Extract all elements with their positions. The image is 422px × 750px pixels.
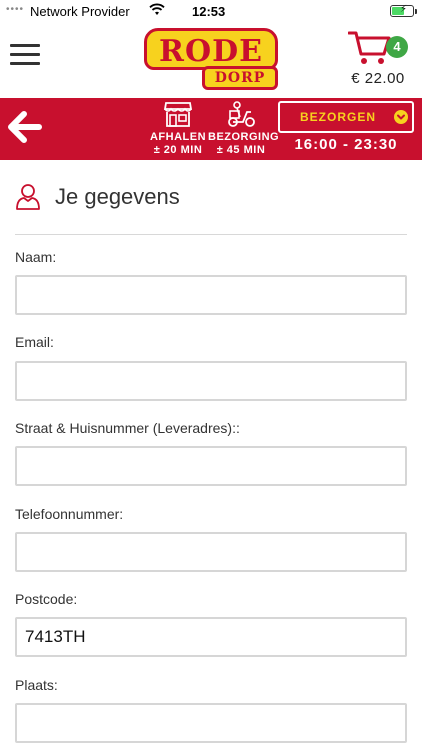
- name-label: Naam:: [15, 249, 57, 265]
- page-title: Je gegevens: [55, 184, 180, 209]
- pickup-time: ± 20 MIN: [153, 144, 203, 156]
- clock: 12:53: [192, 4, 226, 19]
- logo-bottom-panel: DORP: [202, 66, 278, 90]
- name-field[interactable]: [15, 275, 407, 315]
- address-field[interactable]: [15, 446, 407, 486]
- pickup-label: AFHALEN: [149, 131, 207, 143]
- user-icon: [16, 184, 40, 210]
- opening-hours: 16:00 - 23:30: [294, 136, 398, 153]
- phone-label: Telefoonnummer:: [15, 506, 124, 522]
- delivery-time: ± 45 MIN: [216, 144, 266, 156]
- logo-top-panel: RODE: [144, 28, 278, 70]
- carrier-name: Network Provider: [30, 4, 130, 19]
- postcode-label: Postcode:: [15, 591, 78, 607]
- battery-icon: ⚡: [390, 4, 417, 17]
- chevron-down-icon: [394, 110, 408, 124]
- hamburger-icon[interactable]: [10, 42, 40, 68]
- order-mode-selected: BEZORGEN: [299, 110, 376, 124]
- section-header: Je gegevens: [15, 183, 407, 213]
- signal-icon: ••••: [6, 4, 25, 15]
- order-mode-bar: AFHALEN ± 20 MIN BEZORGING ± 45 MIN BEZO…: [0, 98, 422, 160]
- city-field[interactable]: [15, 703, 407, 743]
- wifi-icon: [149, 3, 165, 15]
- city-label: Plaats:: [15, 677, 58, 693]
- delivery-option[interactable]: BEZORGING ± 45 MIN: [208, 100, 280, 158]
- cart-button[interactable]: 4 € 22.00: [342, 30, 414, 90]
- logo-bottom-text: DORP: [214, 70, 266, 86]
- email-label: Email:: [15, 334, 54, 350]
- app-header: RODE DORP 4 € 22.00: [0, 24, 422, 98]
- scooter-icon: [228, 101, 255, 127]
- address-label: Straat & Huisnummer (Leveradres)::: [15, 420, 240, 436]
- delivery-label: BEZORGING: [208, 131, 280, 143]
- cart-count-badge: 4: [386, 36, 408, 58]
- cart-total: € 22.00: [351, 70, 405, 87]
- pickup-option[interactable]: AFHALEN ± 20 MIN: [145, 100, 211, 158]
- email-field[interactable]: [15, 361, 407, 401]
- postcode-field[interactable]: [15, 617, 407, 657]
- phone-field[interactable]: [15, 532, 407, 572]
- rode-dorp-logo[interactable]: RODE DORP: [144, 28, 278, 94]
- arrow-left-icon[interactable]: [8, 111, 42, 143]
- logo-top-text: RODE: [159, 34, 263, 69]
- status-bar: •••• Network Provider 12:53 ⚡: [0, 0, 422, 24]
- order-mode-select[interactable]: BEZORGEN: [278, 101, 414, 133]
- divider: [15, 234, 407, 235]
- store-icon: [163, 102, 193, 127]
